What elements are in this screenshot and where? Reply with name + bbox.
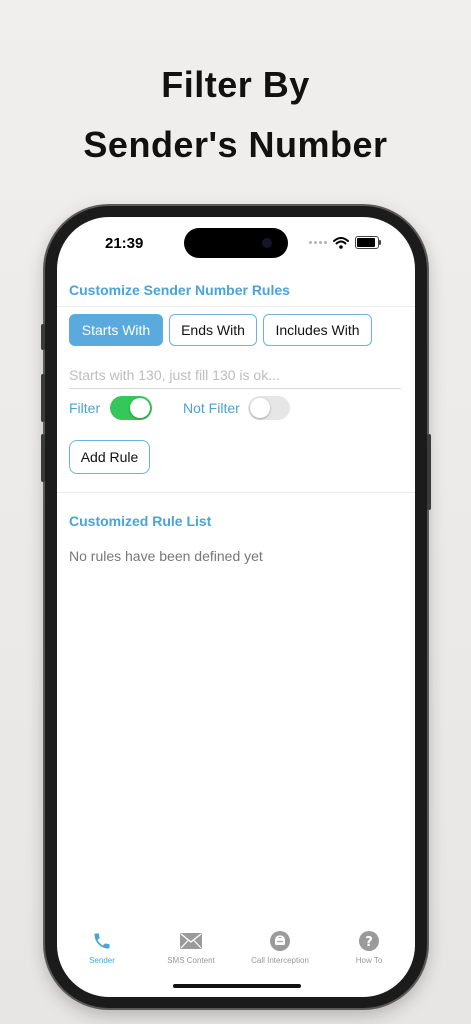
segment-includes-with[interactable]: Includes With [263, 314, 372, 346]
question-icon: ? [359, 931, 379, 951]
divider [57, 306, 415, 307]
filter-toggle[interactable] [110, 396, 152, 420]
rule-input[interactable]: Starts with 130, just fill 130 is ok... [69, 367, 401, 389]
tab-sender[interactable]: Sender [57, 930, 147, 965]
toggle-knob [130, 398, 150, 418]
section-title: Customize Sender Number Rules [69, 282, 290, 298]
rule-list-title: Customized Rule List [69, 513, 212, 529]
headline-line-2: Sender's Number [83, 124, 388, 165]
add-rule-button[interactable]: Add Rule [69, 440, 150, 474]
phone-icon [94, 933, 110, 949]
app-screen: 21:39 Customize Sender Number Rules Star… [57, 217, 415, 997]
tab-call-interception[interactable]: Call Interception [235, 930, 325, 965]
tab-label: Sender [89, 956, 115, 965]
silent-switch [41, 324, 45, 350]
not-filter-toggle[interactable] [248, 396, 290, 420]
phone-frame: 21:39 Customize Sender Number Rules Star… [41, 206, 431, 1008]
call-block-icon [270, 931, 290, 951]
filter-label: Filter [69, 400, 101, 416]
toggle-knob [250, 398, 270, 418]
dynamic-island [184, 228, 288, 258]
not-filter-label: Not Filter [183, 400, 240, 416]
battery-icon [355, 236, 381, 249]
status-time: 21:39 [105, 235, 144, 252]
tab-label: How To [355, 956, 383, 965]
signal-icon [309, 241, 327, 244]
svg-text:?: ? [365, 935, 373, 950]
segment-ends-with[interactable]: Ends With [169, 314, 257, 346]
tab-label: Call Interception [251, 956, 309, 965]
power-button [427, 434, 431, 510]
volume-up-button [41, 374, 45, 422]
empty-rules-message: No rules have been defined yet [69, 548, 263, 564]
headline-line-1: Filter By [161, 64, 310, 105]
tab-label: SMS Content [167, 956, 215, 965]
wifi-icon [333, 236, 349, 249]
envelope-icon [180, 933, 202, 949]
tab-bar: Sender SMS Content Call Interception ? H… [57, 930, 415, 970]
segment-starts-with[interactable]: Starts With [69, 314, 163, 346]
tab-sms-content[interactable]: SMS Content [146, 930, 236, 965]
volume-down-button [41, 434, 45, 482]
status-icons [309, 236, 381, 249]
home-indicator[interactable] [173, 984, 301, 988]
divider [57, 492, 415, 493]
tab-how-to[interactable]: ? How To [324, 930, 414, 965]
